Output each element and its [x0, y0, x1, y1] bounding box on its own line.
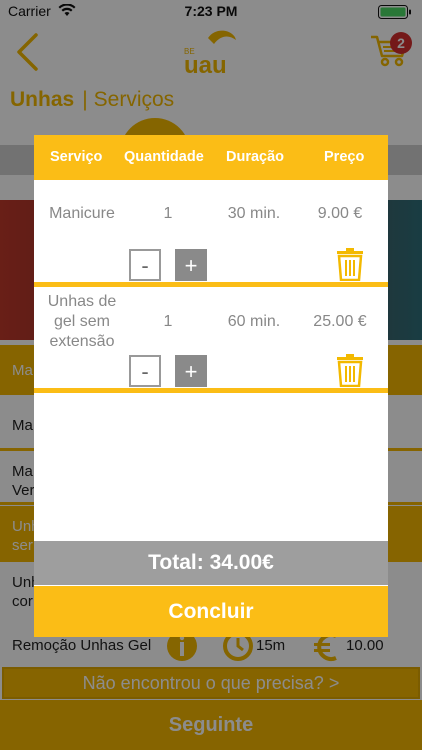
item-divider	[34, 282, 388, 287]
cart-total: Total: 34.00€	[34, 541, 388, 585]
item-name-line: gel sem	[53, 313, 111, 330]
item-duration: 60 min.	[227, 313, 281, 330]
item-name-line: Unhas de	[47, 293, 117, 310]
item-duration: 30 min.	[227, 205, 281, 222]
item-name-line: extensão	[49, 333, 115, 350]
item-price: 9.00 €	[317, 205, 363, 222]
column-service: Serviço	[50, 149, 103, 165]
confirm-button[interactable]: Concluir	[34, 586, 388, 637]
table-header: Serviço Quantidade Duração Preço	[34, 135, 388, 180]
decrease-quantity-button[interactable]: -	[129, 355, 161, 387]
increase-quantity-button[interactable]: +	[175, 249, 207, 281]
column-duration: Duração	[226, 149, 285, 165]
item-name: Unhas de gel sem extensão	[42, 292, 122, 352]
item-name: Manicure	[49, 205, 115, 222]
item-quantity: 1	[163, 313, 173, 330]
column-quantity: Quantidade	[124, 149, 204, 165]
trash-icon[interactable]	[336, 247, 364, 281]
item-quantity: 1	[163, 205, 173, 222]
item-divider	[34, 388, 388, 393]
cart-modal: Serviço Quantidade Duração Preço Manicur…	[34, 135, 388, 637]
increase-quantity-button[interactable]: +	[175, 355, 207, 387]
decrease-quantity-button[interactable]: -	[129, 249, 161, 281]
item-price: 25.00 €	[313, 313, 367, 330]
trash-icon[interactable]	[336, 353, 364, 387]
column-price: Preço	[324, 149, 365, 165]
